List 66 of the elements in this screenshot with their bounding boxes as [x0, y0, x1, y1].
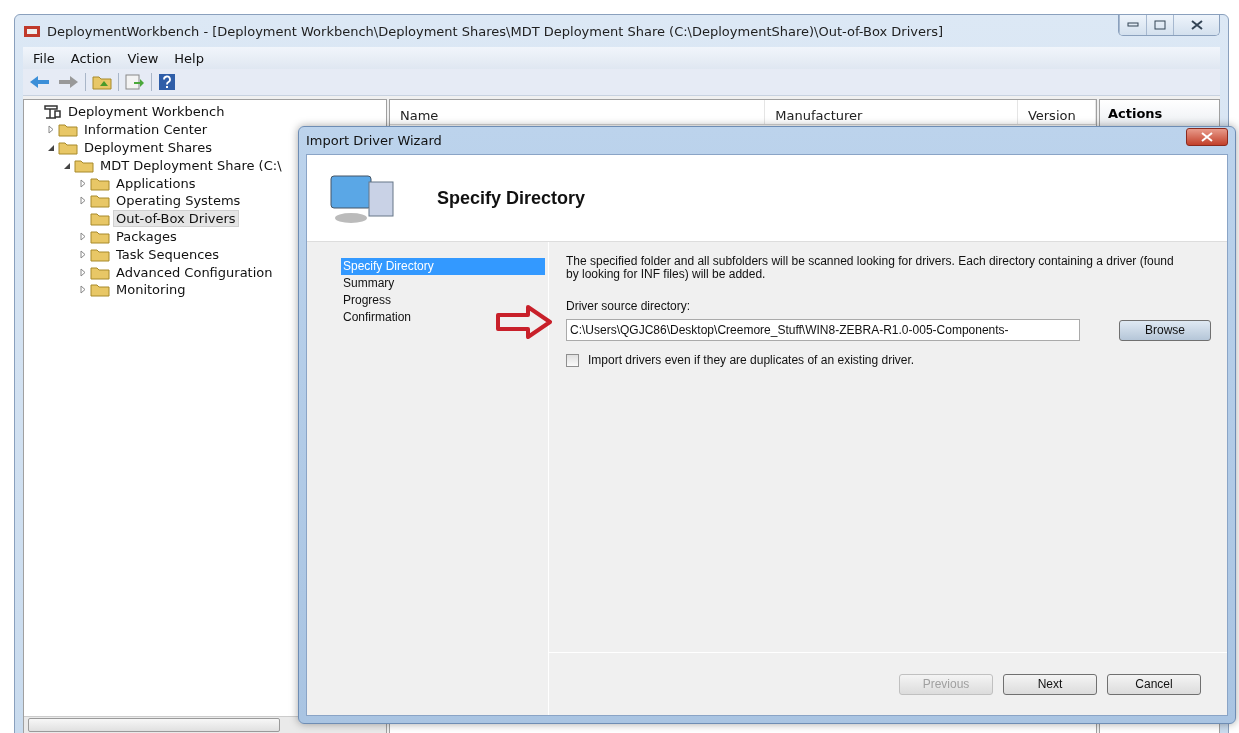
folder-up-icon[interactable]: [92, 74, 112, 90]
folder-icon: [90, 246, 110, 262]
help-icon[interactable]: [158, 73, 176, 91]
menu-item[interactable]: File: [27, 50, 65, 66]
expanded-triangle-icon[interactable]: [46, 143, 55, 152]
collapsed-triangle-icon[interactable]: [46, 125, 55, 135]
close-icon: [1190, 20, 1203, 30]
checkbox-label: Import drivers even if they are duplicates of an existing driver.: [588, 353, 915, 367]
folder-icon: [58, 122, 78, 138]
wizard-step[interactable]: Summary: [341, 275, 545, 292]
collapsed-triangle-icon[interactable]: [78, 285, 87, 295]
dialog-title: Import Driver Wizard: [306, 133, 442, 148]
wizard-step[interactable]: Confirmation: [341, 309, 545, 326]
tree-item[interactable]: Advanced Configuration: [113, 263, 276, 281]
folder-icon: [74, 157, 94, 173]
tree-item[interactable]: Deployment Workbench: [65, 103, 228, 121]
close-icon: [1201, 131, 1213, 142]
description-text: The specified folder and all subfolders will be scanned looking for drivers. Each directory containing a driver (found by looking for INF files) will be added.: [566, 255, 1175, 281]
collapsed-triangle-icon[interactable]: [78, 267, 87, 277]
wizard-step[interactable]: Progress: [341, 292, 545, 309]
minimize-button[interactable]: [1119, 15, 1146, 35]
back-arrow-icon[interactable]: [29, 74, 51, 90]
wizard-button[interactable]: Cancel: [1107, 673, 1201, 695]
collapsed-triangle-icon[interactable]: [78, 231, 87, 241]
workbench-icon: [42, 104, 62, 120]
forward-arrow-icon[interactable]: [57, 74, 79, 90]
column-header[interactable]: Version: [1017, 100, 1096, 124]
folder-icon: [90, 282, 110, 298]
collapsed-triangle-icon[interactable]: [78, 178, 87, 188]
tree-item[interactable]: Packages: [113, 227, 180, 245]
column-header[interactable]: Name: [390, 100, 766, 124]
browse-button[interactable]: Browse: [1119, 319, 1211, 341]
source-directory-field[interactable]: C:\Users\QGJC86\Desktop\Creemore_Stuff\WIN8-ZEBRA-R1.0-005-Components-: [566, 319, 1080, 341]
menu-item[interactable]: Action: [64, 50, 122, 66]
folder-icon: [90, 264, 110, 280]
folder-icon: [90, 175, 110, 191]
tree-item[interactable]: Out-of-Box Drivers: [113, 210, 239, 228]
export-list-icon[interactable]: [125, 74, 145, 90]
tree-item[interactable]: MDT Deployment Share (C:\: [97, 156, 285, 174]
menu-item[interactable]: Help: [168, 50, 214, 66]
tree-item[interactable]: Operating Systems: [113, 192, 244, 210]
close-button[interactable]: [1173, 15, 1219, 35]
folder-icon: [90, 193, 110, 209]
tree-item[interactable]: Information Center: [81, 121, 211, 139]
arrow-icon: [495, 304, 553, 340]
field-label: Driver source directory:: [566, 299, 692, 313]
window-title: DeploymentWorkbench - [Deployment Workbench\Deployment Shares\MDT Deployment Share (C:\DeploymentShare)\Out-of-Box Drivers]: [47, 23, 945, 39]
folder-icon: [90, 228, 110, 244]
wizard-heading: Specify Directory: [437, 187, 586, 209]
maximize-button[interactable]: [1146, 15, 1173, 35]
checkbox[interactable]: [566, 353, 579, 367]
wizard-button[interactable]: Next: [1003, 673, 1097, 695]
app-icon: [23, 23, 41, 39]
tree-item[interactable]: Applications: [113, 174, 199, 192]
folder-icon: [90, 211, 110, 227]
tree-item[interactable]: Task Sequences: [113, 245, 223, 263]
collapsed-triangle-icon[interactable]: [78, 249, 87, 259]
maximize-icon: [1154, 20, 1166, 30]
column-header[interactable]: Manufacturer: [765, 100, 1018, 124]
collapsed-triangle-icon[interactable]: [78, 196, 87, 206]
tree-item[interactable]: Monitoring: [113, 281, 189, 299]
menu-item[interactable]: View: [121, 50, 169, 66]
tree-item[interactable]: Deployment Shares: [81, 139, 215, 156]
close-button[interactable]: [1186, 127, 1228, 146]
minimize-icon: [1127, 22, 1139, 28]
folder-icon: [58, 140, 78, 155]
